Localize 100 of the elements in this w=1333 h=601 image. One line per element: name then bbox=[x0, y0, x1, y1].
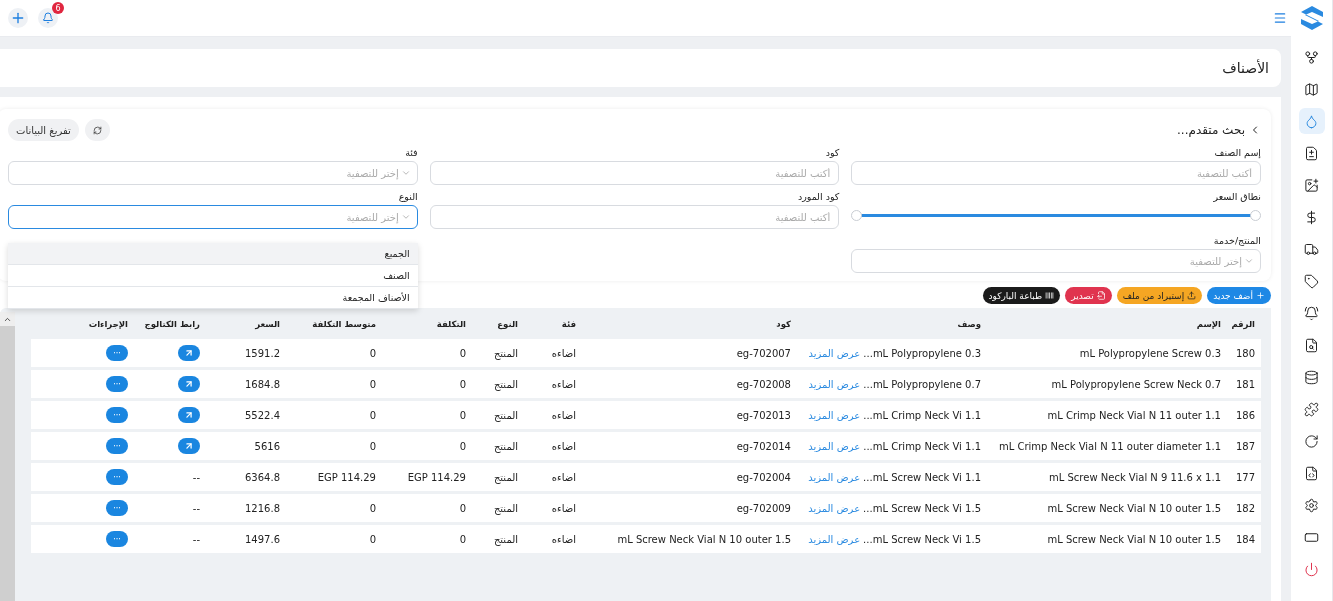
table-cell-text: 0 bbox=[458, 502, 467, 514]
column-header: السعر bbox=[254, 319, 281, 329]
table-cell-text: -- bbox=[191, 471, 201, 483]
table-cell-text: 0 bbox=[368, 409, 377, 421]
table-cell-text: اضاءه bbox=[550, 502, 577, 514]
table-cell-text: المنتج bbox=[492, 347, 519, 359]
dropdown-option[interactable]: الصنف bbox=[8, 265, 418, 287]
table-cell-text: 1216.8 bbox=[244, 502, 281, 514]
column-header: الإسم bbox=[1195, 319, 1222, 329]
table-cell-text: 1497.6 bbox=[244, 533, 281, 545]
table-cell-text: -- bbox=[191, 533, 201, 545]
table-cell-text: 0 bbox=[368, 502, 377, 514]
actions-button[interactable]: ··· bbox=[106, 531, 128, 547]
actions-button[interactable]: ··· bbox=[106, 438, 128, 454]
column-header: التكلفة bbox=[435, 319, 467, 329]
show-more-link[interactable]: عرض المزيد bbox=[808, 378, 861, 390]
table-cell-text: 0 bbox=[368, 347, 377, 359]
table-cell-text: اضاءه bbox=[550, 471, 577, 483]
field-label: نطاق السعر bbox=[1212, 191, 1261, 202]
column-header: الإجراءات bbox=[87, 319, 129, 329]
advanced-search-toggle[interactable]: بحث متقدم... bbox=[1177, 123, 1261, 137]
column-header: كود bbox=[775, 319, 792, 329]
table-cell-text: 0 bbox=[458, 440, 467, 452]
table-cell-text: اضاءه bbox=[550, 440, 577, 452]
notification-count: 6 bbox=[52, 2, 64, 14]
dropdown-option[interactable]: الجميع bbox=[8, 243, 418, 265]
column-header: وصف bbox=[956, 319, 982, 329]
column-header: رابط الكتالوج bbox=[143, 319, 201, 329]
table-cell-text: mL Screw Neck Vial N 10 outer 1.5 bbox=[616, 533, 792, 545]
table-cell-text: eg-702007 bbox=[735, 347, 792, 359]
table-cell-text: 6364.8 bbox=[244, 471, 281, 483]
show-more-link[interactable]: عرض المزيد bbox=[808, 471, 861, 483]
show-more-link[interactable]: عرض المزيد bbox=[808, 502, 861, 514]
description-text: 0.3 mL Polypropylene... bbox=[863, 347, 981, 359]
table-cell-text: eg-702004 bbox=[735, 471, 792, 483]
description-text: 0.7 mL Polypropylene... bbox=[863, 378, 981, 390]
table-cell-text: اضاءه bbox=[550, 347, 577, 359]
table-cell-text: mL Screw Neck Vial N 9 11.6 x 1.1 bbox=[1048, 471, 1222, 483]
table-cell-text: 5522.4 bbox=[244, 409, 281, 421]
table-cell-text: mL Screw Neck Vial N 10 outer 1.5 bbox=[1046, 533, 1222, 545]
table-cell-text: 0 bbox=[458, 378, 467, 390]
actions-button[interactable]: ··· bbox=[106, 376, 128, 392]
table-cell-text: 180 bbox=[1234, 347, 1256, 359]
clear-data-button[interactable]: تفريغ البيانات bbox=[8, 119, 79, 141]
description-text: 1.1 mL Crimp Neck Vi... bbox=[863, 440, 981, 452]
table-cell-text: 1591.2 bbox=[244, 347, 281, 359]
field-label: إسم الصنف bbox=[1213, 147, 1261, 158]
show-more-link[interactable]: عرض المزيد bbox=[808, 440, 861, 452]
table-cell-text: EGP 114.29 bbox=[406, 471, 467, 483]
field-label: كود المورد bbox=[796, 191, 840, 202]
action-button[interactable]: إستيراد من ملف bbox=[1116, 287, 1203, 304]
actions-button[interactable]: ··· bbox=[106, 469, 128, 485]
column-header: النوع bbox=[496, 319, 519, 329]
actions-button[interactable]: ··· bbox=[106, 407, 128, 423]
table-cell-text: اضاءه bbox=[550, 409, 577, 421]
table-cell-text: 182 bbox=[1234, 502, 1256, 514]
table-cell-text: mL Polypropylene Screw Neck 0.7 bbox=[1050, 378, 1222, 390]
table-cell-text: 187 bbox=[1234, 440, 1256, 452]
table-cell-text: eg-702013 bbox=[735, 409, 792, 421]
dropdown-option[interactable]: الأصناف المجمعة bbox=[8, 287, 418, 309]
table-cell-text: eg-702014 bbox=[735, 440, 792, 452]
show-more-link[interactable]: عرض المزيد bbox=[808, 533, 861, 545]
table-cell-text: 0 bbox=[368, 440, 377, 452]
action-button[interactable]: طباعة الباركود bbox=[982, 287, 1061, 304]
table-cell-text: mL Screw Neck Vial N 10 outer 1.5 bbox=[1046, 502, 1222, 514]
field-label: فئة bbox=[404, 147, 418, 158]
show-more-link[interactable]: عرض المزيد bbox=[808, 409, 861, 421]
table-cell-text: 0 bbox=[458, 347, 467, 359]
action-button[interactable]: تصدير bbox=[1065, 287, 1112, 304]
description-text: 1.5 mL Screw Neck Vi... bbox=[863, 533, 981, 545]
actions-button[interactable]: ··· bbox=[106, 345, 128, 361]
table-cell-text: mL Crimp Neck Vial N 11 outer 1.1 bbox=[1046, 409, 1222, 421]
filter-select[interactable]: إختر للتصفية bbox=[8, 161, 418, 185]
description-text: 1.1 mL Screw Neck Vi... bbox=[863, 471, 981, 483]
actions-button[interactable]: ··· bbox=[106, 500, 128, 516]
field-label: كود bbox=[824, 147, 840, 158]
field-label: النوع bbox=[397, 191, 418, 202]
table-cell-text: المنتج bbox=[492, 409, 519, 421]
show-more-link[interactable]: عرض المزيد bbox=[808, 347, 861, 359]
table-cell-text: المنتج bbox=[492, 502, 519, 514]
table-cell-text: 184 bbox=[1234, 533, 1256, 545]
description-text: 1.5 mL Screw Neck Vi... bbox=[863, 502, 981, 514]
table-cell-text: 5616 bbox=[253, 440, 281, 452]
page-title: الأصناف bbox=[1222, 60, 1269, 76]
filter-select[interactable]: إختر للتصفية bbox=[8, 205, 418, 229]
description-text: 1.1 mL Crimp Neck Vi... bbox=[863, 409, 981, 421]
table-cell-text: mL Crimp Neck Vial N 11 outer diameter 1.1 bbox=[998, 440, 1222, 452]
column-header: الرقم bbox=[1230, 319, 1256, 329]
table-cell-text: mL Polypropylene Screw 0.3 bbox=[1078, 347, 1222, 359]
table-cell-text: اضاءه bbox=[550, 378, 577, 390]
table-cell-text: 0 bbox=[458, 533, 467, 545]
table-cell-text: eg-702009 bbox=[735, 502, 792, 514]
field-label: المنتج/خدمة bbox=[1212, 235, 1261, 246]
filter-select[interactable]: إختر للتصفية bbox=[851, 249, 1261, 273]
table-cell-text: 1684.8 bbox=[244, 378, 281, 390]
action-button[interactable]: أضف جديد bbox=[1207, 287, 1271, 304]
table-cell-text: eg-702008 bbox=[735, 378, 792, 390]
table-cell-text: 0 bbox=[368, 533, 377, 545]
table-cell-text: المنتج bbox=[492, 471, 519, 483]
table-cell-text: 181 bbox=[1234, 378, 1256, 390]
